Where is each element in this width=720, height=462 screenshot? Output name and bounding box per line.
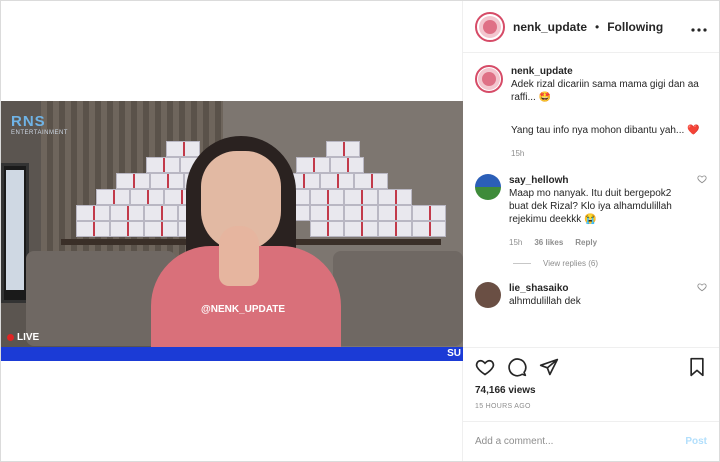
caption-meta: 15h (511, 147, 707, 160)
post-header: nenk_update • Following (463, 1, 719, 53)
post-actions (463, 347, 719, 385)
live-indicator: LIVE (7, 332, 39, 343)
comment-like-heart-icon[interactable] (697, 174, 707, 249)
more-icon[interactable] (691, 19, 707, 35)
comment-meta: 15h 36 likes Reply (509, 236, 689, 249)
channel-logo-text: RNS (11, 113, 46, 130)
view-count[interactable]: 74,166 views (463, 385, 719, 401)
caption-line-2: Yang tau info nya mohon dibantu yah... ❤… (511, 125, 700, 136)
post-sidebar: nenk_update • Following nenk_update Adek… (463, 1, 719, 461)
instagram-post-frame: RNS ENTERTAINMENT @NENK_UPDATE LIVE SU n… (0, 0, 720, 462)
comment-bubble-icon[interactable] (507, 357, 527, 377)
video-watermark: @NENK_UPDATE (201, 304, 286, 315)
post-media[interactable]: RNS ENTERTAINMENT @NENK_UPDATE LIVE SU (1, 1, 463, 461)
comment-body: lie_shasaiko alhmdulillah dek (509, 282, 689, 308)
avatar-image (479, 15, 501, 38)
like-heart-icon[interactable] (475, 357, 495, 377)
caption-line-1: Adek rizal dicariin sama mama gigi dan a… (511, 79, 699, 103)
header-separator: • (595, 19, 600, 34)
comment-like-heart-icon[interactable] (697, 282, 707, 308)
comments-list[interactable]: nenk_update Adek rizal dicariin sama mam… (463, 53, 719, 347)
caption-body: nenk_update Adek rizal dicariin sama mam… (511, 65, 707, 160)
comment-reply-button[interactable]: Reply (575, 236, 597, 249)
channel-logo: RNS ENTERTAINMENT (11, 113, 68, 136)
comment-time: 15h (509, 238, 523, 247)
post-timestamp[interactable]: 15 HOURS AGO (463, 401, 719, 421)
commenter-avatar[interactable] (475, 282, 501, 308)
comment-text: Maap mo nanyak. Itu duit bergepok2 buat … (509, 188, 672, 225)
caption-comment: nenk_update Adek rizal dicariin sama mam… (475, 65, 707, 160)
add-comment-bar: Post (463, 421, 719, 461)
author-avatar[interactable] (475, 11, 505, 42)
share-paper-plane-icon[interactable] (539, 357, 559, 377)
caption-username[interactable]: nenk_update (511, 65, 707, 78)
comment-item: say_hellowh Maap mo nanyak. Itu duit ber… (475, 174, 707, 249)
video-player[interactable]: RNS ENTERTAINMENT @NENK_UPDATE LIVE SU (1, 101, 463, 361)
caption-avatar[interactable] (475, 65, 503, 93)
comment-text: alhmdulillah dek (509, 296, 581, 307)
person-hands (219, 226, 259, 286)
add-comment-input[interactable] (475, 436, 686, 447)
avatar-image (478, 68, 500, 90)
view-replies-label[interactable]: View replies (6) (543, 259, 598, 268)
comment-body: say_hellowh Maap mo nanyak. Itu duit ber… (509, 174, 689, 249)
view-replies[interactable]: View replies (6) (513, 259, 707, 268)
comment-likes[interactable]: 36 likes (534, 236, 563, 249)
comment-username[interactable]: lie_shasaiko (509, 282, 689, 295)
commenter-avatar[interactable] (475, 174, 501, 200)
live-dot-icon (7, 334, 14, 341)
sofa-right (333, 251, 463, 346)
background-monitor (1, 163, 29, 303)
broadcast-ticker-bar: SU (1, 347, 463, 361)
live-label: LIVE (17, 332, 40, 343)
post-comment-button[interactable]: Post (685, 436, 707, 447)
bookmark-icon[interactable] (687, 357, 707, 377)
comment-item: lie_shasaiko alhmdulillah dek (475, 282, 707, 308)
caption-time: 15h (511, 149, 525, 158)
author-username[interactable]: nenk_update (513, 20, 587, 34)
following-button[interactable]: Following (607, 20, 663, 34)
replies-line (513, 263, 531, 264)
ticker-text: SU (447, 348, 461, 359)
channel-logo-sub: ENTERTAINMENT (11, 130, 68, 136)
comment-username[interactable]: say_hellowh (509, 174, 689, 187)
